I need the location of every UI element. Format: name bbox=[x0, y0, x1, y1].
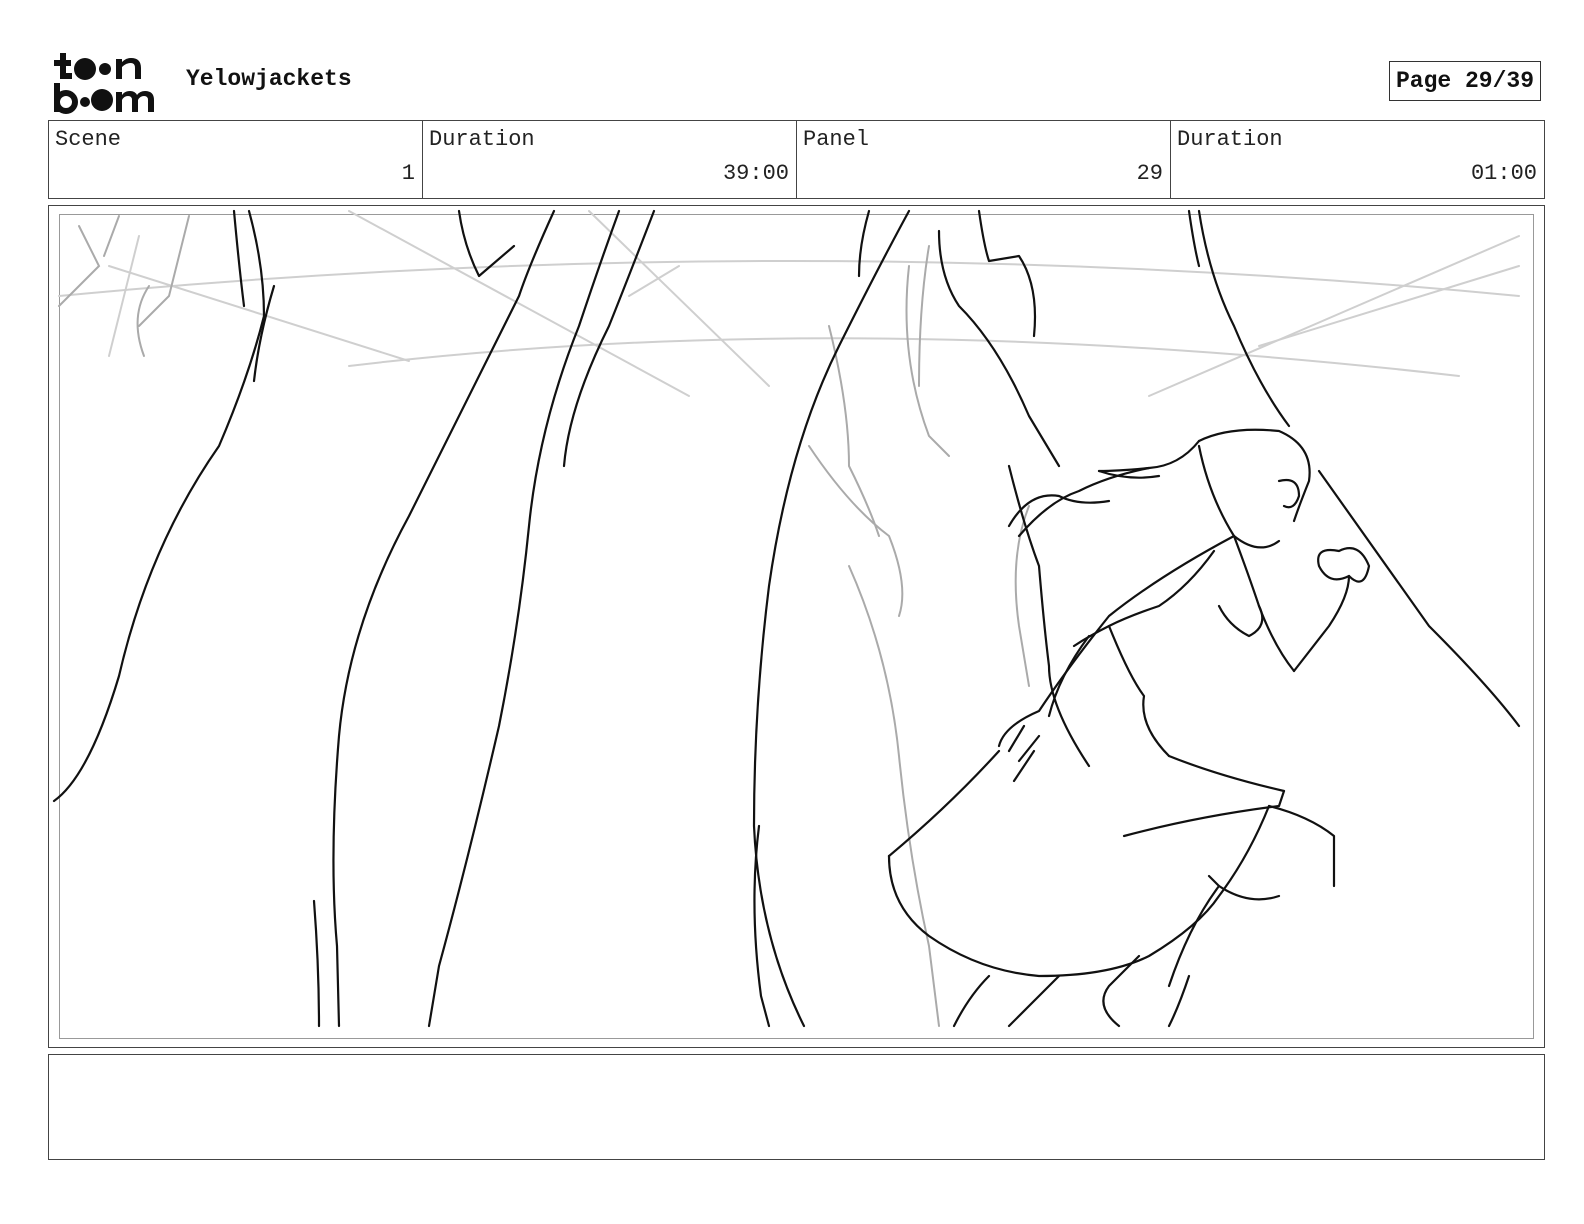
scene-value: 1 bbox=[401, 161, 415, 186]
panel-notes-box[interactable] bbox=[48, 1054, 1545, 1160]
toon-boom-logo bbox=[50, 50, 165, 114]
panel-duration-value: 01:00 bbox=[1470, 161, 1537, 186]
panel-duration-label: Duration bbox=[1177, 127, 1283, 152]
scene-cell: Scene 1 bbox=[49, 121, 423, 198]
scene-duration-label: Duration bbox=[429, 127, 535, 152]
page-indicator: Page 29/39 bbox=[1389, 61, 1541, 101]
storyboard-panel bbox=[48, 205, 1545, 1048]
scene-duration-cell: Duration 39:00 bbox=[423, 121, 797, 198]
scene-label: Scene bbox=[55, 127, 122, 152]
scene-info-table: Scene 1 Duration 39:00 Panel 29 Duration… bbox=[48, 120, 1545, 199]
storyboard-sketch-icon bbox=[52, 209, 1521, 1028]
project-title: Yelowjackets bbox=[186, 66, 352, 92]
panel-label: Panel bbox=[803, 127, 870, 152]
mid-tone-lines bbox=[58, 215, 1030, 1027]
scene-duration-value: 39:00 bbox=[722, 161, 789, 186]
background-construction-lines bbox=[58, 210, 1520, 397]
panel-duration-cell: Duration 01:00 bbox=[1171, 121, 1544, 198]
toon-boom-logo-icon bbox=[54, 53, 154, 114]
girl-figure-lines bbox=[887, 428, 1371, 1028]
panel-value: 29 bbox=[1136, 161, 1163, 186]
panel-cell: Panel 29 bbox=[797, 121, 1171, 198]
